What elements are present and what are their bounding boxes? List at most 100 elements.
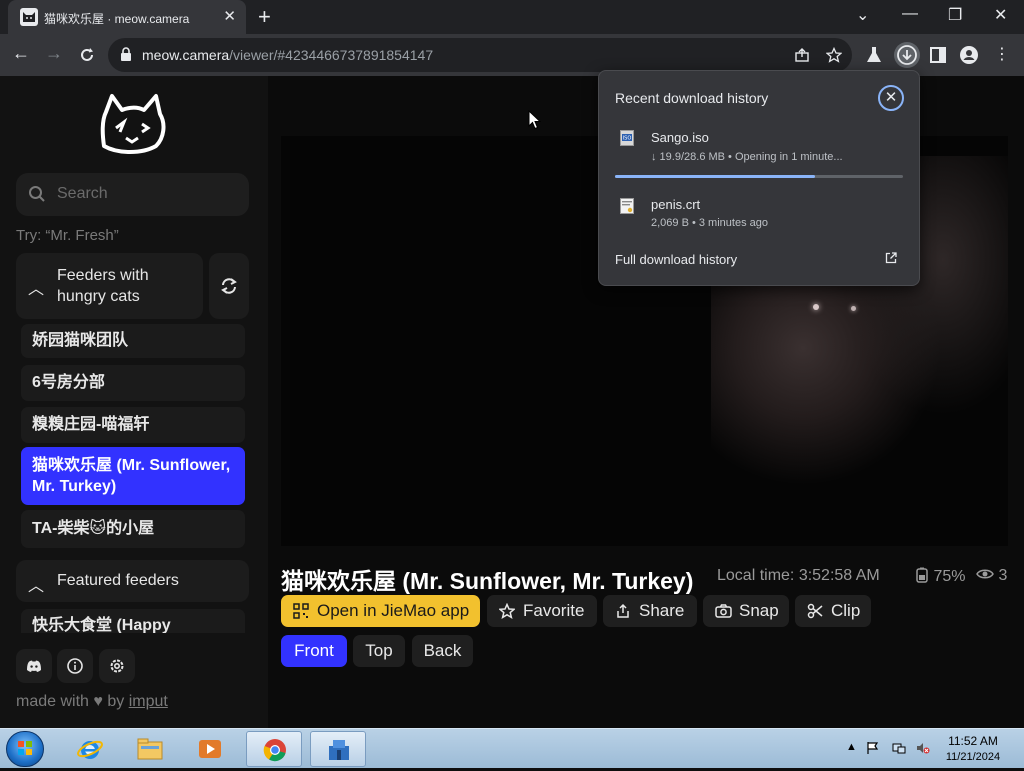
mouse-cursor-icon: [528, 110, 541, 130]
labs-flask-icon[interactable]: [863, 44, 885, 66]
download-file-name: penis.crt: [651, 197, 701, 212]
favorite-button[interactable]: Favorite: [487, 595, 597, 627]
address-bar[interactable]: meow.camera/viewer/#4234466737891854147: [108, 38, 852, 72]
discord-button[interactable]: [16, 649, 52, 683]
feeder-label: 娇园猫咪团队: [32, 332, 129, 349]
profile-avatar-icon[interactable]: [958, 44, 980, 66]
chevron-up-icon: ︿: [28, 281, 45, 298]
download-icon: [897, 45, 917, 65]
view-back-button[interactable]: Back: [412, 635, 473, 667]
folder-icon: [137, 738, 163, 760]
kebab-menu-icon[interactable]: ⋮: [991, 44, 1013, 66]
volume-muted-icon[interactable]: [916, 741, 930, 755]
feeder-item-selected[interactable]: 猫咪欢乐屋 (Mr. Sunflower, Mr. Turkey): [21, 447, 245, 505]
back-arrow-icon[interactable]: ←: [12, 43, 30, 64]
forward-arrow-icon[interactable]: →: [45, 43, 63, 64]
full-download-history-link[interactable]: Full download history: [615, 252, 737, 267]
open-external-icon[interactable]: [885, 252, 897, 264]
feeders-section-toggle[interactable]: ︿ Feeders with hungry cats: [16, 253, 203, 319]
feeder-item[interactable]: 6号房分部: [21, 365, 245, 401]
cat-favicon-icon: [20, 8, 38, 26]
taskbar-network-app[interactable]: [310, 731, 366, 767]
lock-icon[interactable]: [120, 47, 132, 61]
taskbar-internet-explorer[interactable]: [62, 731, 118, 767]
info-icon: [67, 658, 83, 674]
new-tab-button[interactable]: +: [258, 4, 271, 30]
feeder-item[interactable]: 娇园猫咪团队: [21, 324, 245, 358]
meow-camera-logo-icon[interactable]: [98, 92, 168, 156]
tab-strip: 猫咪欢乐屋 · meow.camera ✕ + ⌄ — ❐ ✕: [0, 0, 1024, 34]
network-app-icon: [329, 740, 349, 760]
star-icon: [499, 603, 515, 619]
windows-taskbar: ▲ 11:52 AM 11/21/2024: [0, 728, 1024, 768]
download-popup-close-button[interactable]: ✕: [878, 85, 904, 111]
feeder-item[interactable]: 快乐大食堂 (Happy: [21, 609, 245, 633]
taskbar-chrome[interactable]: [246, 731, 302, 767]
bookmark-star-icon[interactable]: [826, 47, 842, 63]
windows-logo-icon: [18, 741, 32, 755]
by-text: by: [107, 693, 125, 710]
qr-code-icon: [293, 603, 309, 619]
tab-search-icon[interactable]: ⌄: [856, 5, 869, 25]
svg-text:ISO: ISO: [623, 136, 632, 142]
clock-date[interactable]: 11/21/2024: [940, 751, 1006, 763]
info-button[interactable]: [57, 649, 93, 683]
settings-button[interactable]: [99, 649, 135, 683]
video-light-spot: [813, 304, 819, 310]
minimize-button[interactable]: —: [902, 5, 918, 23]
action-center-flag-icon[interactable]: [866, 741, 880, 755]
share-page-icon[interactable]: [794, 47, 810, 63]
open-in-app-button[interactable]: Open in JieMao app: [281, 595, 480, 627]
feeder-item[interactable]: 糗糗庄园-喵福轩: [21, 407, 245, 443]
clip-button[interactable]: Clip: [795, 595, 871, 627]
taskbar-file-explorer[interactable]: [122, 731, 178, 767]
feeder-label: TA-柴柴🐱的小屋: [32, 520, 155, 537]
share-button[interactable]: Share: [603, 595, 697, 627]
tray-expand-icon[interactable]: ▲: [846, 741, 860, 755]
maximize-button[interactable]: ❐: [948, 5, 962, 25]
refresh-button[interactable]: [209, 253, 249, 319]
scissors-icon: [807, 603, 823, 619]
clock-time[interactable]: 11:52 AM: [940, 734, 1006, 748]
tab-close-icon[interactable]: ✕: [223, 7, 236, 25]
download-progress-fill: [615, 175, 816, 178]
view-top-button[interactable]: Top: [353, 635, 405, 667]
browser-tab[interactable]: 猫咪欢乐屋 · meow.camera ✕: [8, 0, 246, 34]
camera-title: 猫咪欢乐屋 (Mr. Sunflower, Mr. Turkey): [281, 568, 694, 594]
close-window-button[interactable]: ✕: [994, 5, 1007, 25]
discord-icon: [27, 660, 41, 672]
download-file-status: 2,069 B • 3 minutes ago: [651, 217, 768, 229]
battery-status: 75%: [915, 567, 965, 586]
featured-section-toggle[interactable]: ︿ Featured feeders: [16, 560, 249, 602]
feeder-label: 快乐大食堂 (Happy: [32, 617, 171, 633]
download-history-popup: Recent download history ✕ ISO Sango.iso …: [598, 70, 920, 286]
battery-icon: [916, 567, 928, 583]
taskbar-media-player[interactable]: [182, 731, 238, 767]
side-panel-icon[interactable]: [927, 44, 949, 66]
certificate-file-icon: [620, 198, 634, 214]
url-host: meow.camera: [142, 47, 230, 63]
search-input[interactable]: Search: [16, 173, 249, 216]
sidebar: Search Try: “Mr. Fresh” ︿ Feeders with h…: [0, 76, 268, 728]
search-suggestion[interactable]: Try: “Mr. Fresh”: [16, 227, 119, 244]
downloads-button[interactable]: [894, 42, 920, 68]
media-player-icon: [199, 740, 221, 758]
local-time: Local time: 3:52:58 AM: [717, 567, 880, 584]
search-icon: [29, 186, 45, 202]
made-with-credit: made with ♥ by imput: [16, 693, 168, 711]
feeders-section-title: Feeders with hungry cats: [57, 267, 149, 305]
view-front-button[interactable]: Front: [281, 635, 347, 667]
snap-button[interactable]: Snap: [703, 595, 789, 627]
start-button[interactable]: [6, 731, 44, 767]
featured-section-title: Featured feeders: [57, 572, 179, 589]
reload-icon[interactable]: [78, 46, 96, 64]
made-with-text: made with: [16, 693, 89, 710]
feeder-item[interactable]: TA-柴柴🐱的小屋: [21, 510, 245, 548]
download-file-name: Sango.iso: [651, 130, 709, 145]
viewer-count-value: 3: [998, 567, 1008, 584]
author-link[interactable]: imput: [129, 693, 168, 710]
clip-label: Clip: [831, 601, 861, 620]
favorite-label: Favorite: [523, 601, 585, 620]
network-icon[interactable]: [892, 741, 906, 755]
url-text: meow.camera/viewer/#4234466737891854147: [142, 47, 433, 63]
